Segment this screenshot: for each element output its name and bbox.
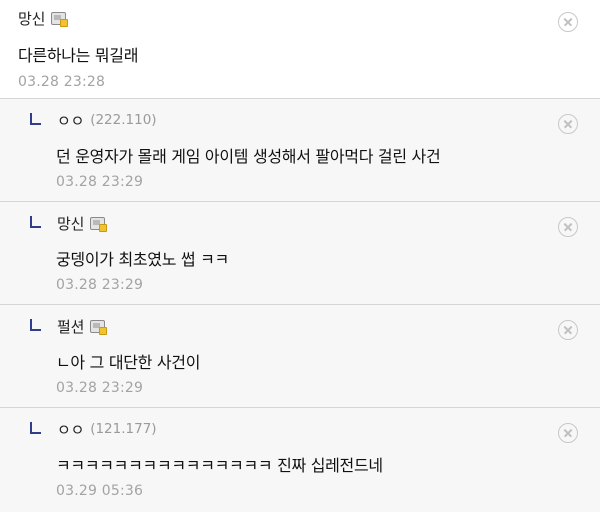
delete-comment-button[interactable] (558, 423, 578, 443)
comment-date: 03.28 23:28 (18, 74, 106, 90)
comment-date: 03.29 05:36 (56, 483, 144, 499)
comment-text: 다른하나는 뭐길래 (18, 46, 139, 65)
reply-arrow-icon (30, 422, 41, 434)
comment-date: 03.28 23:29 (56, 380, 144, 396)
comment-header: 망신 (18, 8, 600, 28)
delete-comment-button[interactable] (558, 12, 578, 32)
reply-item: 망신 궁뎅이가 최초였노 썹 ㅋㅋ 03.28 23:29 (0, 202, 600, 305)
comment-header: 펄션 (30, 316, 600, 336)
reply-arrow-icon (30, 113, 41, 125)
comment-text: ㄴ아 그 대단한 사건이 (56, 353, 201, 372)
comment-nickname[interactable]: 망신 (18, 8, 45, 29)
comment-nickname[interactable]: 펄션 (57, 316, 84, 337)
comment-thread: 망신 다른하나는 뭐길래 03.28 23:28 ㅇㅇ (222.110) 던 … (0, 0, 600, 512)
member-badge-icon (90, 319, 108, 335)
comment-header: ㅇㅇ (121.177) (30, 419, 600, 439)
comment-nickname[interactable]: ㅇㅇ (57, 110, 84, 131)
comment-header: ㅇㅇ (222.110) (30, 110, 600, 130)
member-badge-icon (90, 216, 108, 232)
comment-ip: (222.110) (90, 112, 157, 128)
comment-nickname[interactable]: ㅇㅇ (57, 419, 84, 440)
comment-nickname[interactable]: 망신 (57, 213, 84, 234)
delete-comment-button[interactable] (558, 114, 578, 134)
comment-text: 던 운영자가 몰래 게임 아이템 생성해서 팔아먹다 걸린 사건 (56, 147, 441, 166)
comment-header: 망신 (30, 213, 600, 233)
comment-date: 03.28 23:29 (56, 277, 144, 293)
comment-text: 궁뎅이가 최초였노 썹 ㅋㅋ (56, 250, 229, 269)
comment-item: 망신 다른하나는 뭐길래 03.28 23:28 (0, 0, 600, 99)
reply-item: 펄션 ㄴ아 그 대단한 사건이 03.28 23:29 (0, 305, 600, 408)
comment-date: 03.28 23:29 (56, 174, 144, 190)
reply-item: ㅇㅇ (121.177) ㅋㅋㅋㅋㅋㅋㅋㅋㅋㅋㅋㅋㅋㅋㅋ 진짜 십레전드네 03… (0, 408, 600, 512)
comment-text: ㅋㅋㅋㅋㅋㅋㅋㅋㅋㅋㅋㅋㅋㅋㅋ 진짜 십레전드네 (56, 456, 383, 475)
comment-ip: (121.177) (90, 421, 157, 437)
delete-comment-button[interactable] (558, 217, 578, 237)
reply-arrow-icon (30, 319, 41, 331)
member-badge-icon (51, 11, 69, 27)
reply-arrow-icon (30, 216, 41, 228)
delete-comment-button[interactable] (558, 320, 578, 340)
reply-item: ㅇㅇ (222.110) 던 운영자가 몰래 게임 아이템 생성해서 팔아먹다 … (0, 99, 600, 202)
